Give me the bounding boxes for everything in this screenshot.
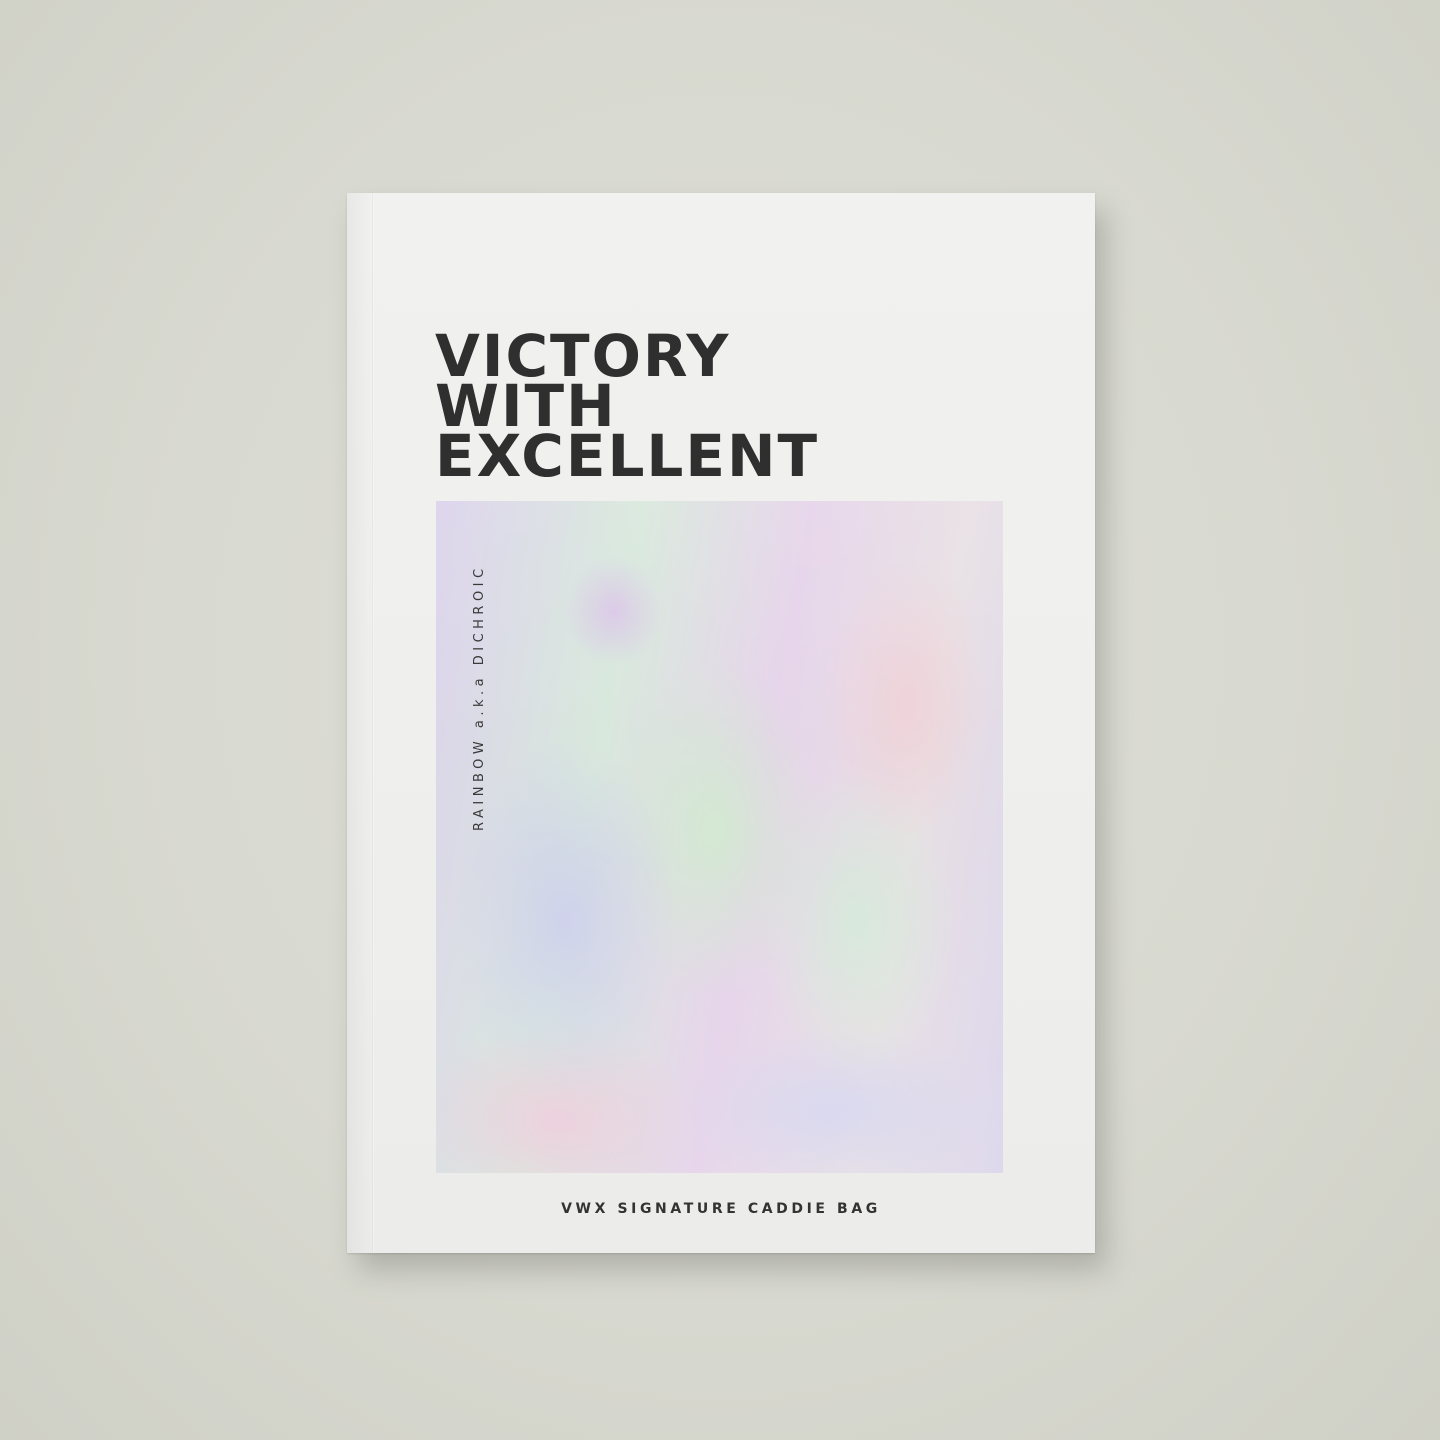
- title-line-3: EXCELLENT: [435, 422, 820, 490]
- vertical-subtitle: RAINBOW a.k.a DICHROIC: [472, 564, 487, 831]
- cover-footer-label: VWX SIGNATURE CADDIE BAG: [561, 1201, 881, 1217]
- holographic-panel: [436, 501, 1003, 1173]
- spine-crease: [372, 193, 374, 1253]
- cover-title: VICTORY WITH EXCELLENT: [435, 327, 820, 490]
- spine-shade: [347, 193, 373, 1253]
- book-cover: VICTORY WITH EXCELLENT RAINBOW a.k.a DIC…: [347, 193, 1095, 1253]
